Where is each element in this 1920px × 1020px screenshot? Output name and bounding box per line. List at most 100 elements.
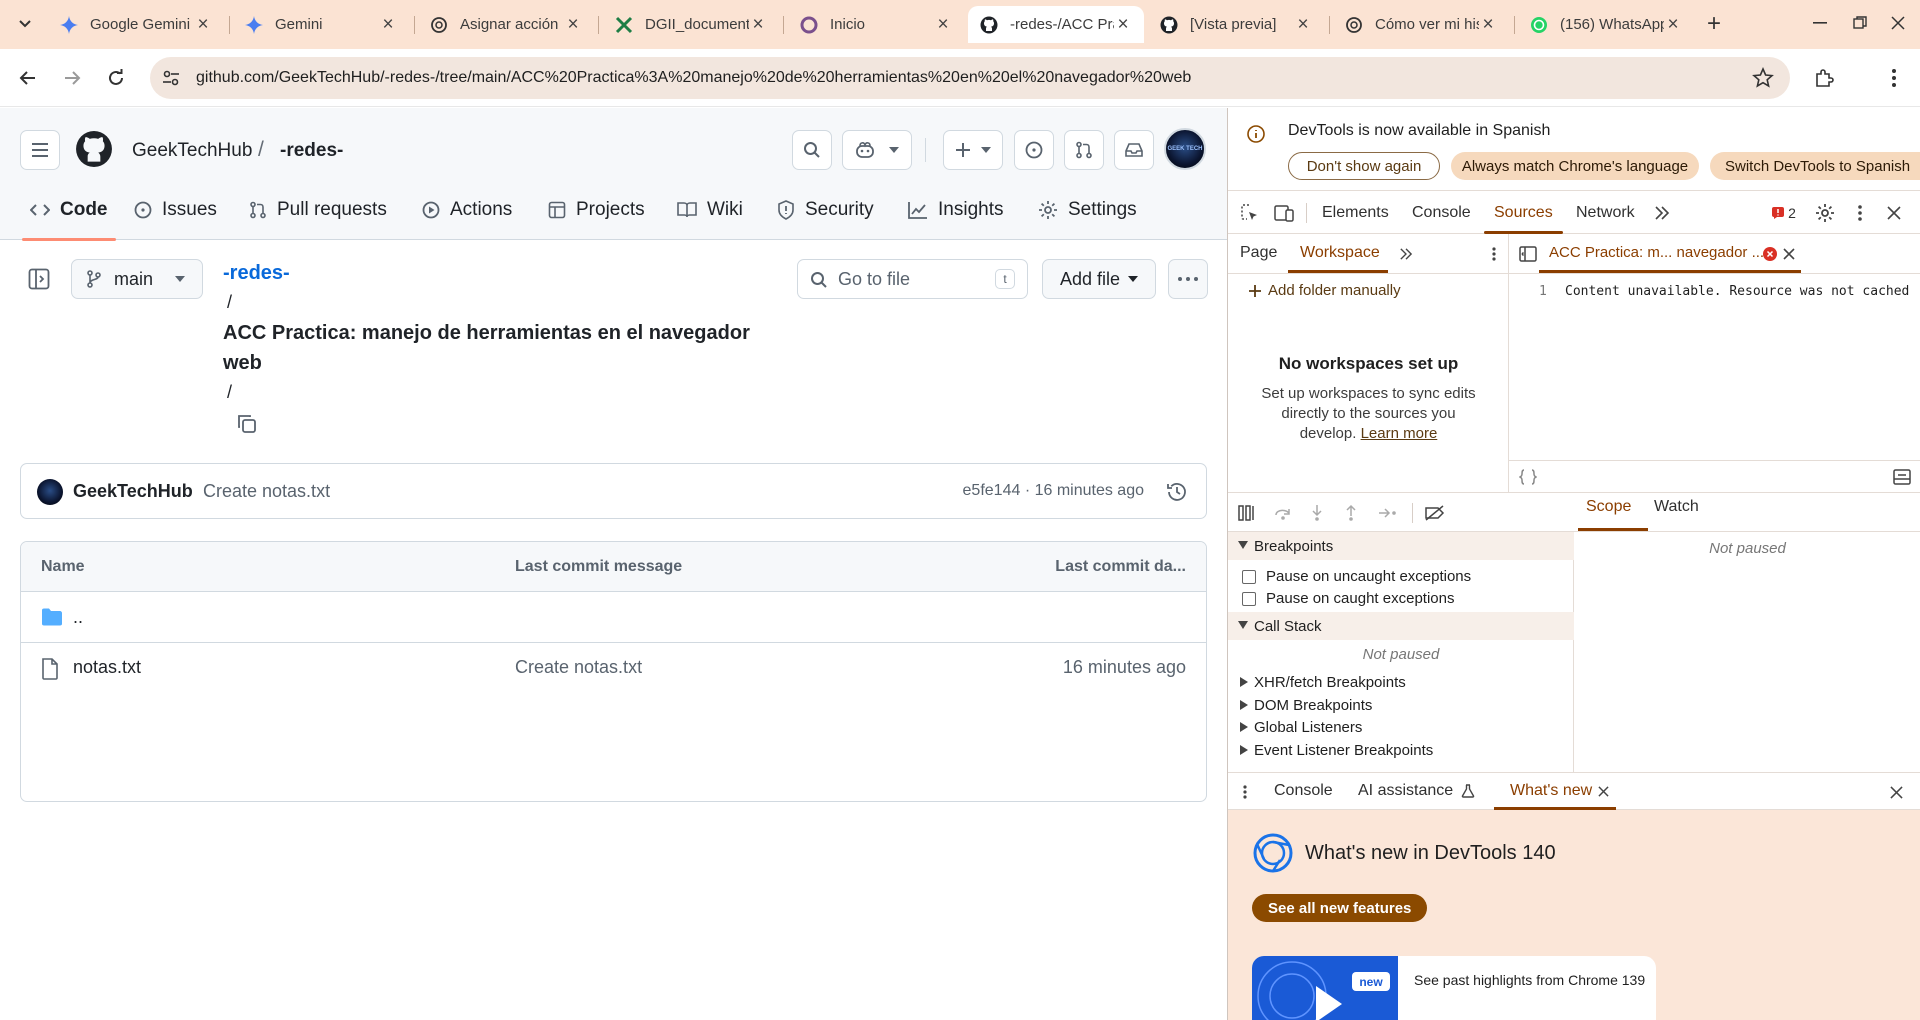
commit-meta[interactable]: e5fe144 · 16 minutes ago bbox=[963, 482, 1144, 500]
restore-button[interactable] bbox=[1840, 8, 1880, 38]
browser-tab[interactable]: Cómo ver mi historial × bbox=[1333, 6, 1509, 43]
commit-message[interactable]: Create notas.txt bbox=[203, 481, 330, 502]
file-commit-message[interactable]: Create notas.txt bbox=[515, 657, 642, 678]
close-icon[interactable]: × bbox=[1479, 14, 1497, 35]
browser-tab[interactable]: Asignar acción × bbox=[418, 6, 594, 43]
history-button[interactable] bbox=[1166, 481, 1188, 503]
see-all-features-button[interactable]: See all new features bbox=[1252, 894, 1428, 922]
tab-console[interactable]: Console bbox=[1412, 191, 1471, 234]
issues-button[interactable] bbox=[1014, 130, 1054, 170]
browser-tab[interactable]: Google Gemini × bbox=[48, 6, 224, 43]
pretty-print-icon[interactable] bbox=[1519, 469, 1537, 485]
checkbox[interactable] bbox=[1242, 591, 1256, 606]
step-out-icon[interactable] bbox=[1344, 504, 1358, 522]
branch-selector[interactable]: main bbox=[71, 259, 203, 299]
table-row-parent-dir[interactable]: .. bbox=[21, 593, 1206, 643]
close-icon[interactable]: × bbox=[194, 14, 212, 35]
dont-show-again-button[interactable]: Don't show again bbox=[1288, 152, 1440, 180]
file-tree-toggle-button[interactable] bbox=[28, 268, 50, 290]
pause-uncaught-checkbox[interactable]: Pause on uncaught exceptions bbox=[1242, 568, 1471, 585]
close-devtools-button[interactable] bbox=[1884, 203, 1904, 223]
browser-tab-active[interactable]: -redes-/ACC Practica × bbox=[968, 6, 1144, 43]
learn-more-link[interactable]: Learn more bbox=[1361, 425, 1438, 442]
browser-tab[interactable]: Gemini × bbox=[233, 6, 409, 43]
tab-sources[interactable]: Sources bbox=[1484, 191, 1563, 234]
event-listener-breakpoints-section[interactable]: Event Listener Breakpoints bbox=[1228, 736, 1574, 764]
editor-file-tab[interactable]: ACC Practica: m... navegador ... bbox=[1549, 244, 1764, 261]
more-tabs-button[interactable] bbox=[1652, 203, 1672, 223]
tab-projects[interactable]: Projects bbox=[548, 180, 645, 240]
close-icon[interactable]: × bbox=[379, 14, 397, 35]
search-button[interactable] bbox=[792, 130, 832, 170]
site-info-icon[interactable] bbox=[162, 69, 180, 87]
reload-button[interactable] bbox=[100, 62, 132, 94]
inspect-element-button[interactable] bbox=[1238, 201, 1262, 225]
devtools-menu-button[interactable] bbox=[1852, 202, 1868, 224]
switch-to-spanish-button[interactable]: Switch DevTools to Spanish bbox=[1710, 152, 1920, 180]
chrome-menu-button[interactable] bbox=[1878, 62, 1910, 94]
pull-requests-button[interactable] bbox=[1064, 130, 1104, 170]
tab-settings[interactable]: Settings bbox=[1038, 180, 1137, 240]
tab-ai-assistance[interactable]: AI assistance bbox=[1358, 782, 1475, 800]
url-text[interactable]: github.com/GeekTechHub/-redes-/tree/main… bbox=[196, 69, 1191, 87]
add-file-button[interactable]: Add file bbox=[1042, 259, 1156, 299]
pause-icon[interactable] bbox=[1238, 505, 1256, 521]
close-icon[interactable] bbox=[1783, 248, 1795, 260]
navigator-menu-button[interactable] bbox=[1488, 246, 1500, 262]
checkbox[interactable] bbox=[1242, 569, 1256, 584]
tab-actions[interactable]: Actions bbox=[422, 180, 512, 240]
drawer-menu-button[interactable] bbox=[1240, 783, 1250, 801]
close-icon[interactable]: × bbox=[1294, 14, 1312, 35]
past-highlights-card[interactable]: new See past highlights from Chrome 139 bbox=[1252, 956, 1656, 1020]
code-editor[interactable]: 1 Content unavailable. Resource was not … bbox=[1509, 274, 1920, 460]
tab-page[interactable]: Page bbox=[1240, 244, 1277, 262]
tab-wiki[interactable]: Wiki bbox=[677, 180, 743, 240]
tab-watch[interactable]: Watch bbox=[1654, 498, 1699, 516]
browser-tab[interactable]: [Vista previa] × bbox=[1148, 6, 1324, 43]
copy-path-button[interactable] bbox=[237, 414, 257, 434]
tab-search-button[interactable] bbox=[10, 9, 40, 39]
file-name[interactable]: .. bbox=[73, 607, 83, 628]
device-toolbar-button[interactable] bbox=[1272, 201, 1296, 225]
close-icon[interactable]: × bbox=[1114, 14, 1132, 35]
toggle-debugger-sidebar-icon[interactable] bbox=[1893, 469, 1911, 485]
step-over-icon[interactable] bbox=[1274, 505, 1292, 521]
close-drawer-button[interactable] bbox=[1888, 784, 1904, 800]
file-name[interactable]: notas.txt bbox=[73, 657, 141, 678]
back-button[interactable] bbox=[12, 62, 44, 94]
close-icon[interactable]: × bbox=[934, 14, 952, 35]
breakpoints-section-header[interactable]: Breakpoints bbox=[1228, 532, 1574, 560]
tab-drawer-console[interactable]: Console bbox=[1274, 782, 1333, 800]
pause-caught-checkbox[interactable]: Pause on caught exceptions bbox=[1242, 590, 1454, 607]
github-logo-icon[interactable] bbox=[75, 130, 113, 168]
match-chrome-language-button[interactable]: Always match Chrome's language bbox=[1451, 152, 1699, 180]
add-folder-button[interactable]: Add folder manually bbox=[1248, 282, 1401, 299]
more-navigator-tabs-button[interactable] bbox=[1398, 246, 1414, 262]
global-nav-menu-button[interactable] bbox=[20, 130, 60, 170]
more-options-button[interactable] bbox=[1168, 259, 1208, 299]
path-repo-link[interactable]: -redes- bbox=[223, 262, 290, 285]
tab-insights[interactable]: Insights bbox=[908, 180, 1003, 240]
breadcrumb-repo[interactable]: -redes- bbox=[280, 140, 343, 162]
close-icon[interactable]: × bbox=[749, 14, 767, 35]
step-icon[interactable] bbox=[1378, 506, 1398, 520]
tab-whats-new[interactable]: What's new bbox=[1510, 782, 1609, 800]
user-avatar[interactable]: GEEK TECH bbox=[1164, 128, 1206, 170]
deactivate-breakpoints-icon[interactable] bbox=[1424, 505, 1446, 521]
forward-button[interactable] bbox=[56, 62, 88, 94]
close-window-button[interactable] bbox=[1878, 8, 1918, 38]
tab-workspace[interactable]: Workspace bbox=[1300, 244, 1380, 262]
browser-tab[interactable]: DGII_documentos × bbox=[603, 6, 779, 43]
close-icon[interactable]: × bbox=[564, 14, 582, 35]
close-icon[interactable]: × bbox=[1664, 14, 1682, 35]
create-new-button[interactable] bbox=[943, 130, 1003, 170]
close-icon[interactable] bbox=[1598, 785, 1609, 797]
devtools-settings-button[interactable] bbox=[1814, 202, 1836, 224]
tab-security[interactable]: Security bbox=[777, 180, 874, 240]
commit-author[interactable]: GeekTechHub bbox=[73, 481, 193, 502]
breadcrumb-owner[interactable]: GeekTechHub bbox=[132, 140, 252, 162]
browser-tab[interactable]: (156) WhatsApp × bbox=[1518, 6, 1694, 43]
tab-code[interactable]: Code bbox=[22, 180, 115, 241]
new-tab-button[interactable]: + bbox=[1700, 10, 1728, 38]
tab-issues[interactable]: Issues bbox=[134, 180, 217, 240]
